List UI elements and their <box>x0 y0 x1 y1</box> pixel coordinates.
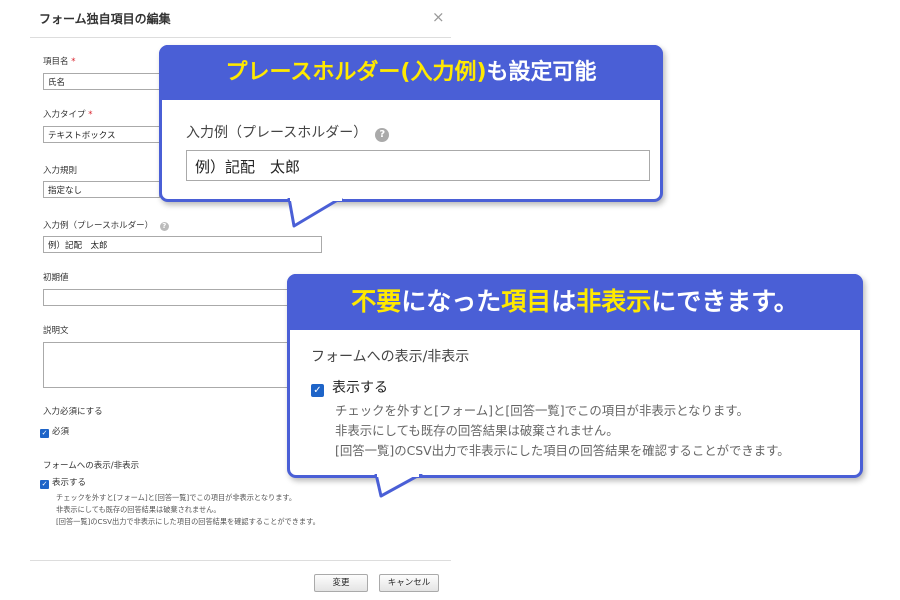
placeholder-input[interactable]: 例）記配 太郎 <box>43 236 322 253</box>
placeholder-label: 入力例（プレースホルダー） ? <box>43 219 169 231</box>
item-name-label: 項目名 * <box>43 55 75 67</box>
required-mark: * <box>88 110 93 120</box>
checkbox-checked-icon[interactable]: ✓ <box>40 429 49 438</box>
callout-heading-highlight: プレースホルダー(入力例) <box>225 60 487 85</box>
change-button[interactable]: 変更 <box>314 574 368 592</box>
help-icon: ? <box>375 128 390 142</box>
cancel-button[interactable]: キャンセル <box>379 574 439 592</box>
callout-pointer <box>287 198 343 228</box>
close-icon[interactable]: × <box>432 8 445 26</box>
callout-visibility-description: チェックを外すと[フォーム]と[回答一覧]でこの項目が非表示となります。 非表示… <box>335 401 790 461</box>
callout-heading-highlight: 非表示 <box>576 287 652 316</box>
initial-value-label: 初期値 <box>43 273 69 283</box>
visibility-callout: 不要になった項目は非表示にできます。 フォームへの表示/非表示 ✓ 表示する チェ… <box>287 274 863 478</box>
item-name-input[interactable]: 氏名 <box>43 73 160 90</box>
required-mark: * <box>71 57 76 67</box>
divider <box>30 37 451 38</box>
callout-heading-text: にできます。 <box>651 287 799 316</box>
input-rule-select[interactable]: 指定なし <box>43 181 160 198</box>
visibility-description: チェックを外すと[フォーム]と[回答一覧]でこの項目が非表示となります。 非表示… <box>56 492 320 528</box>
visibility-label: フォームへの表示/非表示 <box>43 461 140 471</box>
checkbox-checked-icon: ✓ <box>311 384 324 397</box>
input-type-label: 入力タイプ * <box>43 108 92 120</box>
callout-description-line: [回答一覧]のCSV出力で非表示にした項目の回答結果を確認することができます。 <box>335 443 790 458</box>
required-label: 入力必須にする <box>43 407 103 417</box>
input-rule-label: 入力規則 <box>43 166 78 176</box>
placeholder-label-text: 入力例（プレースホルダー） <box>43 221 154 231</box>
description-textarea[interactable] <box>43 342 293 388</box>
callout-placeholder-label: 入力例（プレースホルダー）? <box>186 122 390 142</box>
callout-placeholder-input: 例）記配 太郎 <box>186 150 650 181</box>
dialog-title: フォーム独自項目の編集 <box>39 12 171 26</box>
callout-heading: 不要になった項目は非表示にできます。 <box>287 274 863 330</box>
item-name-label-text: 項目名 <box>43 57 69 67</box>
callout-heading: プレースホルダー(入力例)も設定可能 <box>159 45 663 100</box>
visibility-checkbox-row[interactable]: ✓ 表示する <box>40 476 86 489</box>
callout-visibility-checkbox-label: 表示する <box>332 380 388 396</box>
callout-placeholder-label-text: 入力例（プレースホルダー） <box>186 125 368 141</box>
checkbox-checked-icon[interactable]: ✓ <box>40 480 49 489</box>
callout-description-line: 非表示にしても既存の回答結果は破棄されません。 <box>335 423 619 438</box>
input-type-label-text: 入力タイプ <box>43 110 86 120</box>
divider <box>30 560 451 561</box>
input-type-select[interactable]: テキストボックス <box>43 126 160 143</box>
required-checkbox-label: 必須 <box>52 427 70 437</box>
callout-description-line: チェックを外すと[フォーム]と[回答一覧]でこの項目が非表示となります。 <box>335 403 749 418</box>
initial-value-input[interactable] <box>43 289 293 306</box>
callout-heading-text: も設定可能 <box>486 60 597 85</box>
callout-heading-highlight: 不要 <box>351 287 402 316</box>
description-label: 説明文 <box>43 326 69 336</box>
callout-heading-text: は <box>551 287 577 316</box>
visibility-checkbox-label: 表示する <box>52 478 87 488</box>
callout-visibility-label: フォームへの表示/非表示 <box>311 349 470 365</box>
visibility-description-line: [回答一覧]のCSV出力で非表示にした項目の回答結果を確認することができます。 <box>56 517 320 526</box>
visibility-description-line: 非表示にしても既存の回答結果は破棄されません。 <box>56 505 221 514</box>
callout-visibility-checkbox-row: ✓ 表示する <box>311 377 388 397</box>
required-checkbox-row[interactable]: ✓ 必須 <box>40 425 69 438</box>
placeholder-callout: プレースホルダー(入力例)も設定可能 入力例（プレースホルダー）? 例）記配 太… <box>159 45 663 202</box>
help-icon[interactable]: ? <box>159 222 169 231</box>
callout-heading-text: になった <box>401 287 502 316</box>
callout-pointer <box>374 474 423 498</box>
callout-heading-highlight: 項目 <box>501 287 552 316</box>
visibility-description-line: チェックを外すと[フォーム]と[回答一覧]でこの項目が非表示となります。 <box>56 493 297 502</box>
